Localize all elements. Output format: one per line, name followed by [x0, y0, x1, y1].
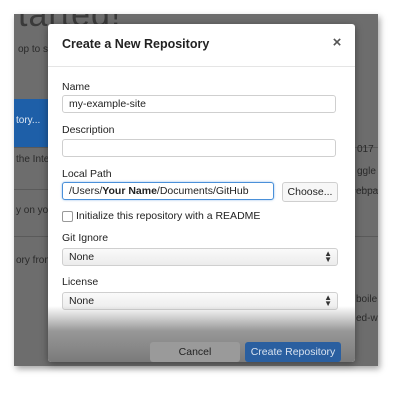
git-ignore-value: None: [69, 251, 95, 263]
local-path-field[interactable]: /Users/Your Name/Documents/GitHub: [62, 182, 274, 200]
background-text: ggle: [357, 166, 376, 177]
screenshot-frame: tarted! op to sta tory... the Inte y on …: [0, 0, 412, 401]
background-selected-item-label: tory...: [16, 115, 41, 126]
background-text: boile: [356, 294, 378, 305]
local-path-label: Local Path: [62, 168, 112, 180]
description-field[interactable]: [62, 139, 336, 157]
local-path-user: Your Name: [102, 185, 157, 197]
background-text: 017: [357, 144, 374, 155]
create-repository-dialog: Create a New Repository × Name my-exampl…: [48, 24, 355, 362]
create-repository-button[interactable]: Create Repository: [245, 342, 341, 362]
dialog-header: Create a New Repository ×: [48, 24, 355, 67]
close-icon[interactable]: ×: [329, 35, 345, 51]
choose-button[interactable]: Choose...: [282, 182, 338, 202]
readme-checkbox[interactable]: [62, 211, 73, 222]
local-path-suffix: /Documents/GitHub: [156, 185, 249, 197]
git-ignore-label: Git Ignore: [62, 232, 109, 244]
background-text: the Inte: [16, 154, 50, 165]
name-label: Name: [62, 81, 91, 93]
license-label: License: [62, 276, 99, 288]
readme-checkbox-label[interactable]: Initialize this repository with a README: [76, 210, 260, 222]
dialog-title: Create a New Repository: [62, 37, 210, 51]
background-text: ebpa: [356, 186, 378, 197]
git-ignore-select[interactable]: None ▲ ▼: [62, 248, 338, 266]
background-text: ed-w: [356, 313, 378, 324]
updown-arrow-icon: ▲ ▼: [324, 249, 332, 264]
description-label: Description: [62, 124, 115, 136]
local-path-prefix: /Users/: [69, 185, 103, 197]
cancel-button[interactable]: Cancel: [150, 342, 240, 362]
name-field[interactable]: my-example-site: [62, 95, 336, 113]
